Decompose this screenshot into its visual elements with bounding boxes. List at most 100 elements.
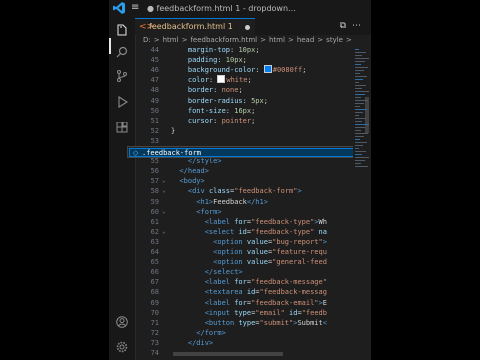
line-number: 49 <box>150 96 159 105</box>
account-icon[interactable] <box>116 316 128 328</box>
code-text: <label for="feedback-type">Wh <box>171 217 327 227</box>
code-token: 5px <box>251 96 264 105</box>
code-line[interactable]: 73 </div> <box>135 338 371 348</box>
code-line[interactable]: 48 border: none; <box>135 85 371 95</box>
code-line[interactable]: 59 <h1>Feedback</h1> <box>135 197 371 207</box>
code-line[interactable]: 57 ⌄ <body> <box>135 176 371 186</box>
code-line[interactable]: 53 <box>135 136 371 146</box>
color-swatch-icon[interactable] <box>217 75 226 84</box>
code-token: "feedback-message" <box>251 278 327 287</box>
code-text: <option value="feature-requ <box>171 247 327 257</box>
line-number: 48 <box>150 86 159 95</box>
code-line[interactable]: 47 color: white; <box>135 75 371 85</box>
minimap-line <box>355 85 366 86</box>
extensions-icon[interactable] <box>116 122 128 134</box>
breadcrumb-item[interactable]: style <box>326 36 343 44</box>
menu-icon[interactable]: ≡ <box>131 2 139 13</box>
horizontal-scrollbar[interactable] <box>173 352 283 356</box>
code-line[interactable]: 65 <option value="general-feed <box>135 257 371 267</box>
color-swatch-icon[interactable] <box>263 65 272 74</box>
tab-feedbackform[interactable]: <> feedbackform.html 1 <box>135 18 255 35</box>
breadcrumb-item[interactable]: html <box>163 36 179 44</box>
fold-chevron-icon[interactable]: ⌄ <box>162 186 166 196</box>
more-actions-icon[interactable]: ⋯ <box>352 21 367 31</box>
code-line[interactable]: 52} <box>135 126 371 136</box>
minimap-line <box>355 130 361 131</box>
code-line[interactable]: 50 font-size: 16px; <box>135 106 371 116</box>
minimap-line <box>355 100 368 101</box>
code-text: </form> <box>171 328 226 338</box>
code-line[interactable]: 60 ⌄ <form> <box>135 207 371 217</box>
line-number: 46 <box>150 66 159 75</box>
code-line[interactable]: 67 <label for="feedback-message" <box>135 277 371 287</box>
code-line[interactable]: 51 cursor: pointer; <box>135 116 371 126</box>
code-line[interactable]: 58 ⌄ <div class="feedback-form"> <box>135 186 371 196</box>
code-line[interactable]: 63 <option value="bug-report"> <box>135 237 371 247</box>
minimap[interactable] <box>353 45 371 360</box>
breadcrumb: D: > html > feedbackform.html > html > head > styl… <box>135 35 371 45</box>
code-line[interactable]: 62 ⌄ <select id="feedback-type" na <box>135 227 371 237</box>
code-line[interactable]: 44 margin-top: 10px; <box>135 45 371 55</box>
code-line[interactable]: 49 border-radius: 5px; <box>135 96 371 106</box>
code-token: <option <box>171 237 247 246</box>
code-line[interactable]: 69 <label for="feedback-email">E <box>135 298 371 308</box>
code-token: "submit" <box>259 318 294 327</box>
source-control-icon[interactable] <box>116 70 128 82</box>
breadcrumb-separator: > <box>181 36 188 44</box>
line-number: 62 <box>150 227 159 236</box>
code-line[interactable]: 61 <label for="feedback-type">Wh <box>135 217 371 227</box>
code-line[interactable]: 71 <button type="submit">Submit< <box>135 318 371 328</box>
suggestion-widget: ◇ .feedback-form <box>127 146 363 158</box>
code-text: <textarea id="feedback-messag <box>171 287 327 297</box>
code-token: Feedback <box>213 197 247 206</box>
line-number: 59 <box>150 197 159 206</box>
split-editor-icon[interactable]: ⧉ <box>340 21 352 31</box>
code-token: ; <box>251 116 256 125</box>
code-token: "feedback-form" <box>234 187 298 196</box>
editor-actions[interactable]: ⧉⋯ <box>340 21 367 31</box>
code-line[interactable]: 66 </select> <box>135 267 371 277</box>
code-text: </select> <box>171 267 243 277</box>
minimap-line <box>355 97 361 98</box>
line-number: 65 <box>150 258 159 267</box>
line-number: 56 <box>150 167 159 176</box>
code-token: border-radius <box>171 96 243 105</box>
fold-chevron-icon[interactable]: ⌄ <box>162 207 166 217</box>
unsaved-dot-icon[interactable] <box>245 25 250 30</box>
code-line[interactable]: 72 </form> <box>135 328 371 338</box>
settings-gear-icon[interactable] <box>116 341 128 353</box>
suggestion-item[interactable]: ◇ .feedback-form <box>129 148 361 157</box>
code-line[interactable]: 70 <input type="email" id="feedb <box>135 308 371 318</box>
code-line[interactable]: 64 <option value="feature-requ <box>135 247 371 257</box>
vertical-scrollbar[interactable] <box>365 97 369 133</box>
minimap-line <box>355 133 368 134</box>
breadcrumb-item[interactable]: head <box>297 36 314 44</box>
breadcrumb-separator: > <box>287 36 294 44</box>
breadcrumb-item[interactable]: D: <box>143 36 151 44</box>
minimap-line <box>355 103 364 104</box>
minimap-line <box>355 88 362 89</box>
minimap-line <box>355 73 360 74</box>
code-line[interactable]: 45 padding: 10px; <box>135 55 371 65</box>
line-number: 44 <box>150 46 159 54</box>
code-token: border <box>171 86 214 95</box>
code-token: na <box>314 227 327 236</box>
code-line[interactable]: 68 <textarea id="feedback-messag <box>135 287 371 297</box>
code-line[interactable]: 46 background-color: #0080ff; <box>135 65 371 75</box>
code-editor[interactable]: 44 margin-top: 10px; 45 padding: 10px; 46 … <box>135 45 371 360</box>
fold-chevron-icon[interactable]: ⌄ <box>162 227 166 237</box>
run-debug-icon[interactable] <box>116 96 128 108</box>
breadcrumb-item[interactable]: html <box>269 36 285 44</box>
line-number: 52 <box>150 126 159 135</box>
breadcrumb-item[interactable]: feedbackform.html <box>190 36 257 44</box>
code-token: </div> <box>171 338 214 347</box>
search-icon[interactable] <box>116 46 128 58</box>
fold-chevron-icon[interactable]: ⌄ <box>162 176 166 186</box>
css-class-icon: ◇ <box>133 149 139 157</box>
code-token: white <box>226 76 248 85</box>
explorer-icon[interactable] <box>116 24 128 36</box>
minimap-line <box>355 139 360 140</box>
minimap-line <box>355 55 362 56</box>
code-line[interactable]: 56 </head> <box>135 166 371 176</box>
code-token: <option <box>171 248 247 256</box>
